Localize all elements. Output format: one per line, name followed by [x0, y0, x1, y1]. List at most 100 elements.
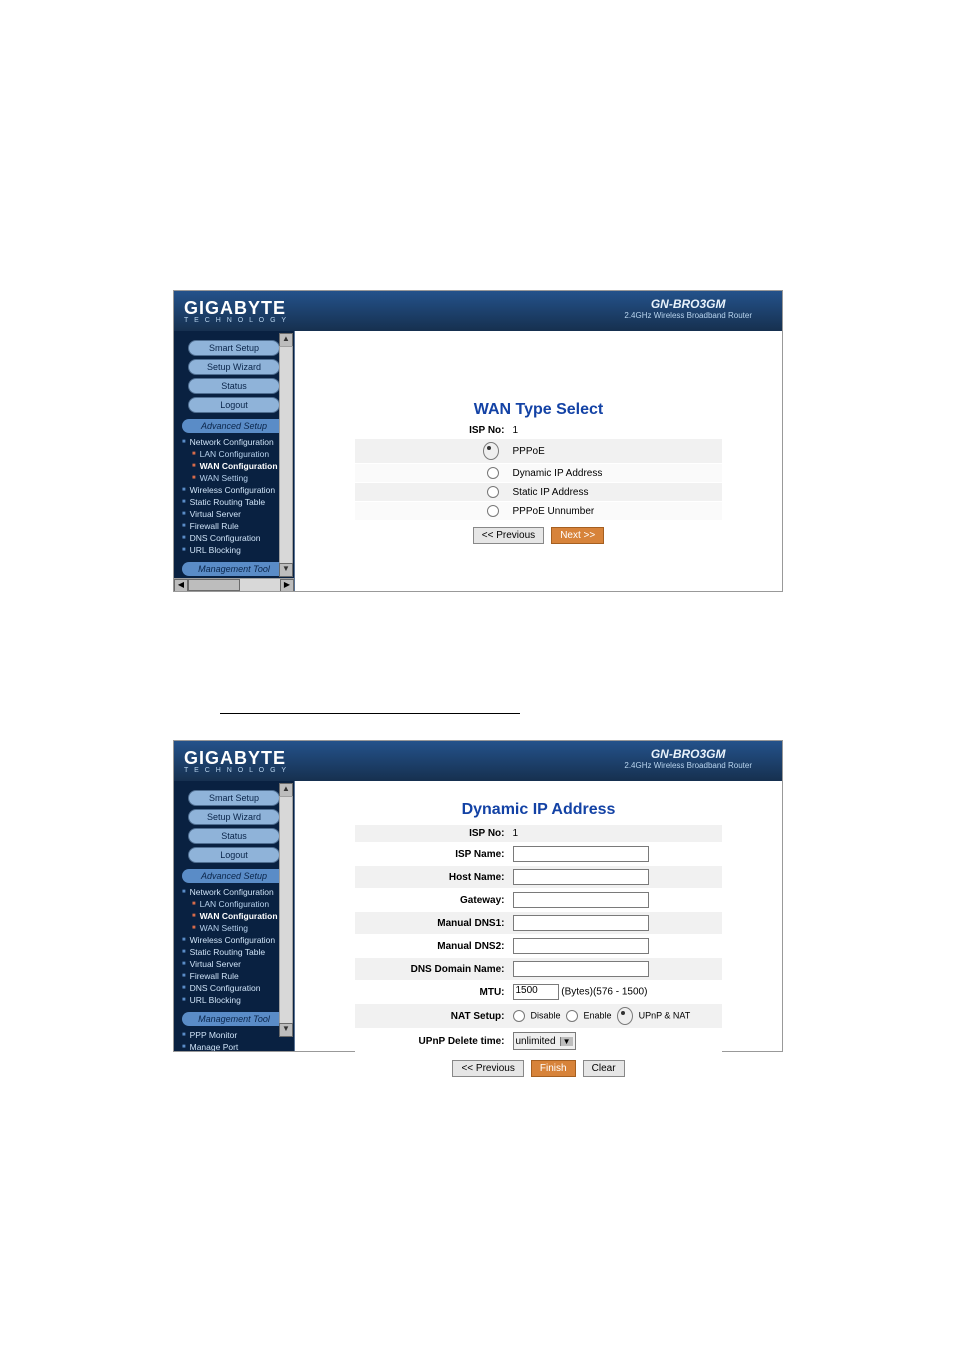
upnp-value: unlimited [516, 1036, 556, 1047]
nav-dns-config[interactable]: DNS Configuration [178, 982, 290, 994]
dns1-row: Manual DNS1: [355, 912, 722, 934]
nav-static-routing[interactable]: Static Routing Table [178, 496, 290, 508]
setup-wizard-button[interactable]: Setup Wizard [188, 809, 280, 825]
chevron-down-icon[interactable]: ▼ [560, 1037, 573, 1046]
status-button[interactable]: Status [188, 828, 280, 844]
dns-domain-label: DNS Domain Name: [375, 964, 513, 975]
dns2-row: Manual DNS2: [355, 935, 722, 957]
isp-name-input[interactable] [513, 846, 649, 862]
isp-name-label: ISP Name: [375, 849, 513, 860]
brand-logo: GIGABYTE [174, 298, 288, 319]
nav-virtual-server[interactable]: Virtual Server [178, 958, 290, 970]
radio-icon[interactable] [566, 1010, 578, 1022]
upnp-select[interactable]: unlimited ▼ [513, 1032, 576, 1050]
host-name-input[interactable] [513, 869, 649, 885]
radio-icon[interactable] [513, 1010, 525, 1022]
previous-button[interactable]: << Previous [452, 1060, 523, 1077]
nav-static-routing[interactable]: Static Routing Table [178, 946, 290, 958]
nav-wan-setting[interactable]: WAN Setting [188, 922, 290, 934]
sidebar: ▲ ▼ Smart Setup Setup Wizard Status Logo… [174, 781, 295, 1051]
dns2-label: Manual DNS2: [375, 941, 513, 952]
isp-no-row: ISP No: 1 [355, 825, 722, 842]
scroll-up-icon[interactable]: ▲ [279, 783, 293, 797]
nav-wan-config[interactable]: WAN Configuration [188, 910, 290, 922]
gateway-input[interactable] [513, 892, 649, 908]
isp-no-label: ISP No: [375, 425, 513, 436]
nav-dns-config[interactable]: DNS Configuration [178, 532, 290, 544]
nav-wan-setting[interactable]: WAN Setting [188, 472, 290, 484]
nat-setup-row: NAT Setup: Disable Enable UPnP & NAT [355, 1004, 722, 1028]
nav-lan-config[interactable]: LAN Configuration [188, 898, 290, 910]
host-name-row: Host Name: [355, 866, 722, 888]
radio-icon[interactable] [617, 1007, 633, 1025]
radio-pppoe-row[interactable]: PPPoE [355, 439, 722, 463]
model-sub: 2.4GHz Wireless Broadband Router [624, 311, 752, 320]
logout-button[interactable]: Logout [188, 847, 280, 863]
finish-button[interactable]: Finish [531, 1060, 576, 1077]
upnp-delete-row: UPnP Delete time: unlimited ▼ [355, 1029, 722, 1053]
smart-setup-button[interactable]: Smart Setup [188, 790, 280, 806]
nav-lan-config[interactable]: LAN Configuration [188, 448, 290, 460]
nav-wireless-config[interactable]: Wireless Configuration [178, 934, 290, 946]
scroll-up-icon[interactable]: ▲ [279, 333, 293, 347]
header: GIGABYTE T E C H N O L O G Y GN-BRO3GM 2… [174, 741, 782, 781]
smart-setup-button[interactable]: Smart Setup [188, 340, 280, 356]
hscroll[interactable]: ◀ ▶ [174, 578, 294, 591]
radio-unnumber-label: PPPoE Unnumber [513, 506, 703, 517]
radio-dynamic-row[interactable]: Dynamic IP Address [355, 464, 722, 482]
brand-logo: GIGABYTE [174, 748, 288, 769]
radio-static-label: Static IP Address [513, 487, 703, 498]
radio-static-row[interactable]: Static IP Address [355, 483, 722, 501]
nav-network-config[interactable]: Network Configuration [178, 436, 290, 448]
nav-virtual-server[interactable]: Virtual Server [178, 508, 290, 520]
isp-no-row: ISP No: 1 [295, 425, 782, 436]
nav-url-blocking[interactable]: URL Blocking [178, 544, 290, 556]
scroll-track[interactable] [279, 346, 293, 564]
next-button[interactable]: Next >> [551, 527, 604, 544]
brand-subtitle: T E C H N O L O G Y [174, 767, 288, 774]
nav-firewall-rule[interactable]: Firewall Rule [178, 970, 290, 982]
isp-no-value: 1 [513, 425, 703, 436]
scroll-down-icon[interactable]: ▼ [279, 1023, 293, 1037]
radio-icon[interactable] [487, 505, 499, 517]
nav-network-config[interactable]: Network Configuration [178, 886, 290, 898]
divider [220, 713, 520, 714]
mtu-input[interactable]: 1500 [513, 984, 559, 1000]
nav-url-blocking[interactable]: URL Blocking [178, 994, 290, 1006]
nav-manage-port[interactable]: Manage Port [178, 1041, 290, 1051]
nav-wan-config[interactable]: WAN Configuration [188, 460, 290, 472]
clear-button[interactable]: Clear [583, 1060, 625, 1077]
screenshot-wan-type-select: GIGABYTE T E C H N O L O G Y GN-BRO3GM 2… [173, 290, 783, 592]
brand-subtitle: T E C H N O L O G Y [174, 317, 288, 324]
dns-domain-input[interactable] [513, 961, 649, 977]
mgmt-tool-header: Management Tool [182, 562, 286, 576]
status-button[interactable]: Status [188, 378, 280, 394]
nav-wireless-config[interactable]: Wireless Configuration [178, 484, 290, 496]
nat-label: NAT Setup: [375, 1011, 513, 1022]
content-wan-type: WAN Type Select ISP No: 1 PPPoE Dynamic … [295, 331, 782, 591]
scroll-down-icon[interactable]: ▼ [279, 563, 293, 577]
radio-icon[interactable] [487, 486, 499, 498]
isp-name-row: ISP Name: [355, 843, 722, 865]
radio-pppoe-label: PPPoE [513, 446, 703, 457]
mgmt-tool-header: Management Tool [182, 1012, 286, 1026]
setup-wizard-button[interactable]: Setup Wizard [188, 359, 280, 375]
content-dynamic-ip: Dynamic IP Address ISP No: 1 ISP Name: H… [295, 781, 782, 1051]
hscroll-thumb[interactable] [188, 579, 240, 591]
previous-button[interactable]: << Previous [473, 527, 544, 544]
model-box: GN-BRO3GM 2.4GHz Wireless Broadband Rout… [624, 747, 752, 770]
radio-unnumber-row[interactable]: PPPoE Unnumber [355, 502, 722, 520]
hscroll-right-icon[interactable]: ▶ [280, 579, 294, 591]
dns1-input[interactable] [513, 915, 649, 931]
hscroll-left-icon[interactable]: ◀ [174, 579, 188, 591]
radio-icon[interactable] [483, 442, 499, 460]
dns2-input[interactable] [513, 938, 649, 954]
radio-icon[interactable] [487, 467, 499, 479]
scroll-track[interactable] [279, 796, 293, 1024]
host-name-label: Host Name: [375, 872, 513, 883]
upnp-label: UPnP Delete time: [375, 1036, 513, 1047]
nav-firewall-rule[interactable]: Firewall Rule [178, 520, 290, 532]
nav-ppp-monitor[interactable]: PPP Monitor [178, 1029, 290, 1041]
logout-button[interactable]: Logout [188, 397, 280, 413]
header: GIGABYTE T E C H N O L O G Y GN-BRO3GM 2… [174, 291, 782, 331]
